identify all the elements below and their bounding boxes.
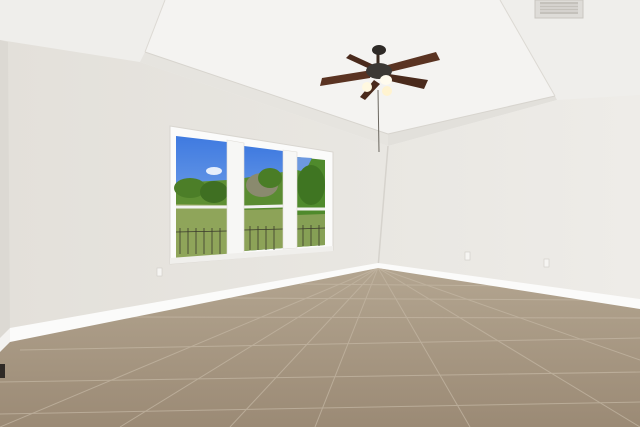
fan-light: [380, 75, 392, 85]
wall-outlet: [464, 251, 471, 261]
fan-light: [382, 86, 392, 96]
window-pane-right: [296, 157, 326, 247]
fan-light: [362, 82, 372, 92]
window-pane-left: [174, 136, 228, 258]
window-pane-middle: [243, 146, 284, 251]
room-photo: [0, 0, 640, 427]
air-vent: [534, 0, 584, 19]
floor-corner-object: [0, 364, 5, 378]
wall-outlet: [156, 267, 163, 277]
wall-outlet: [543, 258, 550, 268]
